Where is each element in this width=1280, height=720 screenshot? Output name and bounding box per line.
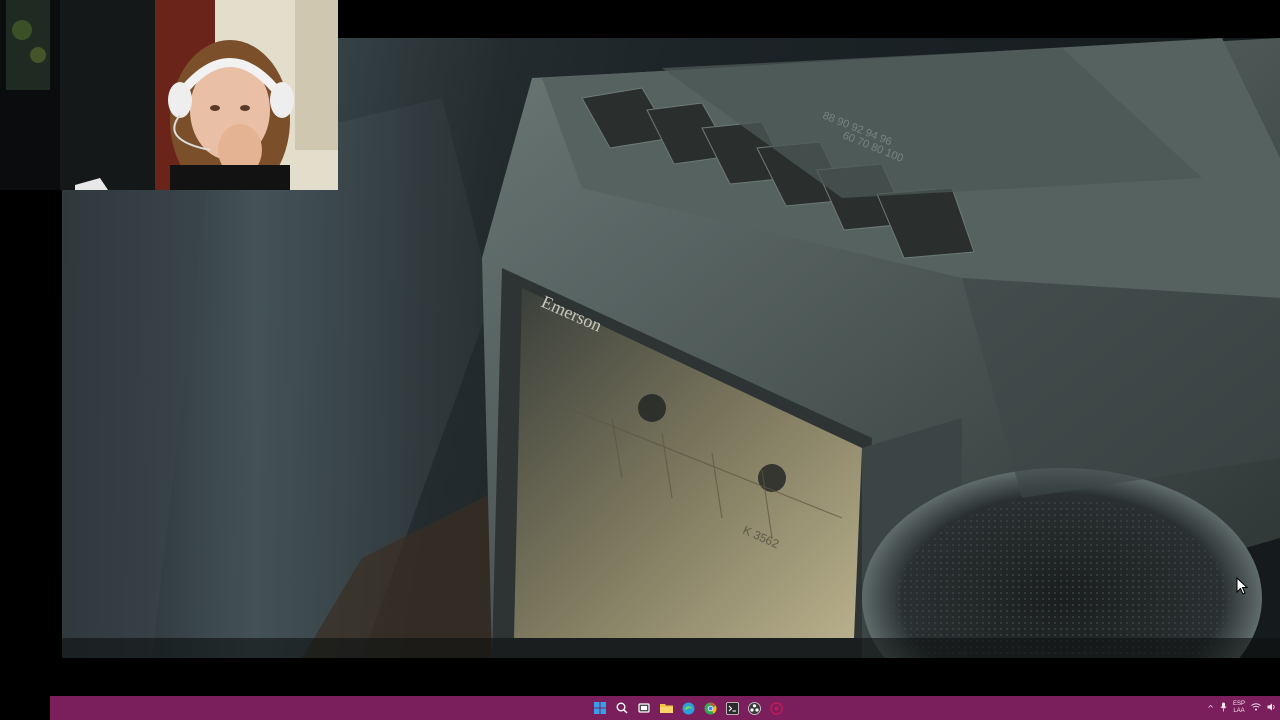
edge-icon[interactable] [679,699,697,717]
chrome-icon[interactable] [701,699,719,717]
search-icon[interactable] [613,699,631,717]
microphone-icon[interactable] [1220,702,1227,714]
obs-icon[interactable] [745,699,763,717]
webcam-overlay [0,0,338,190]
language-indicator[interactable]: ESP LAA [1233,701,1245,715]
app-icon[interactable] [767,699,785,717]
taskbar-apps [591,698,785,718]
terminal-icon[interactable] [723,699,741,717]
system-tray: ^ ESP LAA [1207,696,1276,720]
presenter-video [0,0,338,190]
desktop-screen: 88 90 92 94 96 60 70 80 100 Emerson K 35… [0,0,1280,720]
language-bottom: LAA [1233,708,1245,714]
task-view-icon[interactable] [635,699,653,717]
volume-icon[interactable] [1267,703,1276,713]
taskbar: ^ ESP LAA [50,696,1280,720]
start-icon[interactable] [591,699,609,717]
wifi-icon[interactable] [1251,703,1261,713]
language-top: ESP [1232,701,1245,707]
tray-chevron-icon[interactable]: ^ [1207,704,1214,713]
file-explorer-icon[interactable] [657,699,675,717]
mouse-cursor-icon [1236,576,1249,600]
